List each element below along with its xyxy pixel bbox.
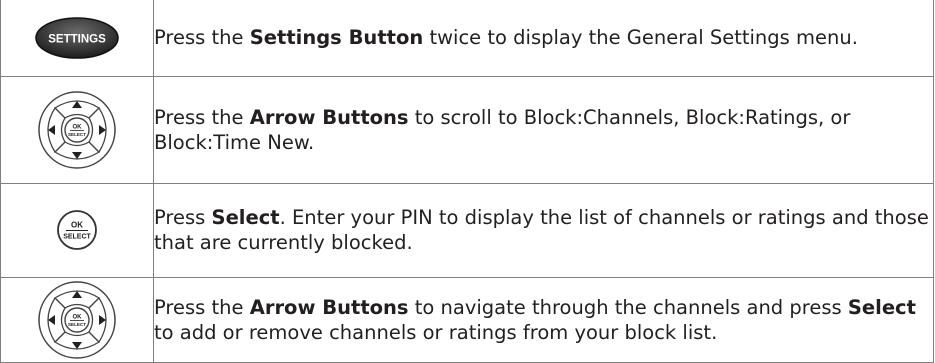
table-row: OK SELECT Press Select. Enter your PIN t… <box>0 182 934 278</box>
svg-text:OK: OK <box>73 124 83 130</box>
table-row: SETTINGS Press the Settings Button twice… <box>0 0 934 77</box>
svg-text:SELECT: SELECT <box>68 132 86 137</box>
icon-cell: OK SELECT <box>0 75 154 184</box>
settings-icon-label: SETTINGS <box>48 33 106 45</box>
step-2-text: Press the Arrow Buttons to scroll to Blo… <box>154 106 850 154</box>
text-run: twice to display the General Settings me… <box>423 26 858 50</box>
bold-term: Arrow Buttons <box>249 295 409 319</box>
svg-text:SELECT: SELECT <box>68 322 86 327</box>
text-run: to add or remove channels or ratings fro… <box>154 320 718 344</box>
arrow-buttons-icon: OK SELECT <box>37 90 117 170</box>
step-text: Press the Arrow Buttons to scroll to Blo… <box>153 75 934 184</box>
step-text: Press Select. Enter your PIN to display … <box>153 182 934 278</box>
table-row: OK SELECT Press the Arrow Buttons to scr… <box>0 75 934 184</box>
text-run: Press the <box>154 295 250 319</box>
arrow-buttons-icon: OK SELECT <box>37 280 117 360</box>
bold-term: Settings Button <box>249 26 424 50</box>
svg-text:OK: OK <box>71 221 83 230</box>
step-3-text: Press Select. Enter your PIN to display … <box>154 206 929 254</box>
select-button-icon: OK SELECT <box>55 208 99 252</box>
bold-term: Select <box>847 295 916 319</box>
step-4-text: Press the Arrow Buttons to navigate thro… <box>154 296 916 344</box>
text-run: Press <box>154 206 212 229</box>
bold-term: Arrow Buttons <box>249 105 409 129</box>
icon-cell: OK SELECT <box>0 182 154 278</box>
table-row: OK SELECT Press the Arrow Buttons to nav… <box>0 276 934 363</box>
step-text: Press the Settings Button twice to displ… <box>153 0 934 77</box>
svg-text:SELECT: SELECT <box>63 234 91 241</box>
instruction-table: SETTINGS Press the Settings Button twice… <box>0 0 934 363</box>
icon-cell: OK SELECT <box>0 276 154 363</box>
step-1-text: Press the Settings Button twice to displ… <box>154 26 858 49</box>
step-text: Press the Arrow Buttons to navigate thro… <box>153 276 934 363</box>
bold-term: Select <box>211 206 280 229</box>
text-run: Press the <box>154 26 250 50</box>
text-run: to navigate through the channels and pre… <box>408 295 848 319</box>
icon-cell: SETTINGS <box>0 0 154 77</box>
settings-button-icon: SETTINGS <box>34 16 120 60</box>
text-run: Press the <box>154 105 250 129</box>
svg-text:OK: OK <box>73 314 83 320</box>
